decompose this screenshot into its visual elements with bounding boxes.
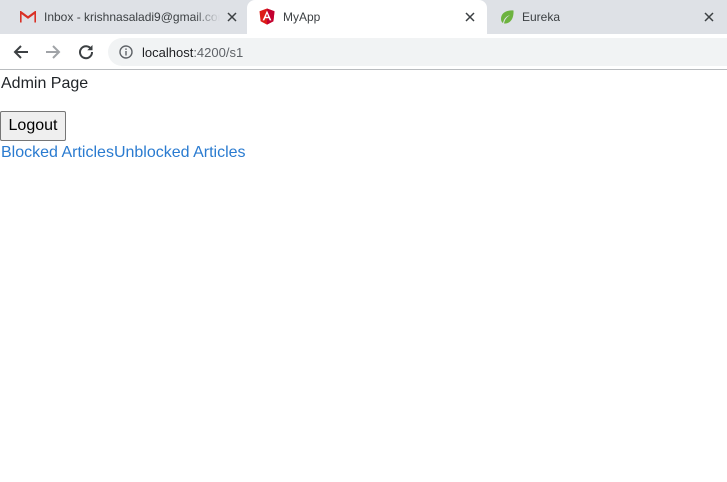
unblocked-articles-link[interactable]: Unblocked Articles xyxy=(114,144,246,161)
forward-arrow-icon[interactable] xyxy=(43,42,63,62)
page-title: Admin Page xyxy=(1,75,89,92)
url-host: localhost xyxy=(142,45,194,60)
url-path: :4200/s1 xyxy=(193,45,244,60)
page-content: Admin Page Logout Blocked ArticlesUnbloc… xyxy=(0,71,727,482)
browser-toolbar: localhost:4200/s1 xyxy=(0,34,727,70)
url-text[interactable]: localhost:4200/s1 xyxy=(142,45,243,60)
tab-title: Inbox - krishnasaladi9@gmail.com xyxy=(44,10,220,24)
spring-leaf-icon xyxy=(499,9,515,28)
tab-myapp[interactable]: MyApp xyxy=(247,0,487,34)
tab-eureka[interactable]: Eureka xyxy=(487,0,727,34)
back-arrow-icon[interactable] xyxy=(11,42,31,62)
info-icon[interactable] xyxy=(119,45,133,64)
logout-button[interactable]: Logout xyxy=(0,111,66,141)
article-links: Blocked ArticlesUnblocked Articles xyxy=(1,144,246,162)
tab-title: Eureka xyxy=(522,10,561,24)
blocked-articles-link[interactable]: Blocked Articles xyxy=(1,144,114,161)
gmail-icon xyxy=(19,9,37,26)
tab-gmail[interactable]: Inbox - krishnasaladi9@gmail.com xyxy=(0,0,247,34)
close-icon[interactable] xyxy=(462,9,478,25)
angular-icon xyxy=(259,8,275,28)
close-icon[interactable] xyxy=(701,9,717,25)
address-bar[interactable]: localhost:4200/s1 xyxy=(108,38,727,66)
browser-tabstrip: Inbox - krishnasaladi9@gmail.com MyApp E… xyxy=(0,0,727,34)
tab-title: MyApp xyxy=(283,10,321,24)
reload-icon[interactable] xyxy=(76,42,96,62)
close-icon[interactable] xyxy=(224,9,240,25)
